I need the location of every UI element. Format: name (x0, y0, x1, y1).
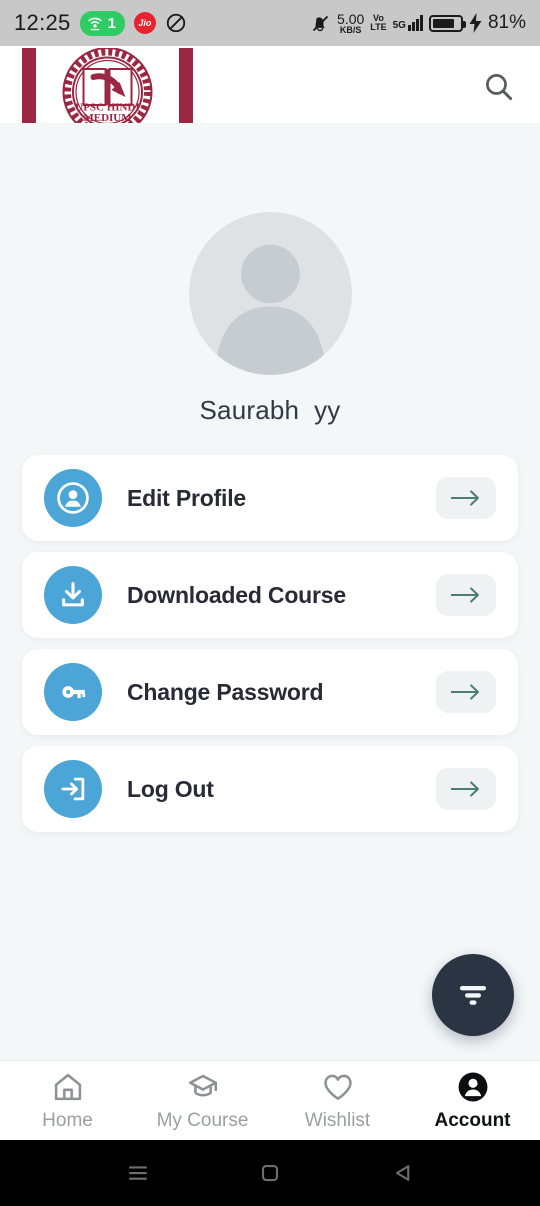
home-square-icon (261, 1164, 279, 1182)
do-not-disturb-icon (166, 13, 186, 33)
network-speed-unit: KB/S (339, 24, 362, 35)
profile-name: Saurabh yy (199, 395, 341, 425)
status-bar-left: 12:25 1 Jio (14, 10, 187, 36)
menu-item-label: Log Out (127, 775, 214, 802)
nav-label: Home (42, 1109, 93, 1131)
nav-label: Account (434, 1109, 511, 1131)
arrow-right-icon (451, 490, 479, 506)
heart-icon (323, 1074, 352, 1100)
signal-bar-1 (407, 25, 411, 31)
android-recents-button[interactable] (72, 1158, 204, 1188)
nav-item-my-course[interactable]: My Course (135, 1070, 270, 1132)
network-type-label: 5G (392, 20, 406, 31)
arrow-right-button[interactable] (436, 671, 496, 713)
user-circle-icon (44, 469, 102, 527)
arrow-right-icon (451, 781, 479, 797)
battery-icon (428, 14, 466, 32)
filter-icon (460, 986, 486, 1005)
arrow-right-button[interactable] (436, 574, 496, 616)
account-page-content: Saurabh yy Edit Profile Downloaded Cours… (0, 123, 540, 1060)
logo-line2: MEDIUM (83, 112, 132, 123)
volte-line2: LTE (370, 22, 387, 32)
charging-bolt-icon (469, 13, 482, 33)
arrow-right-button[interactable] (436, 477, 496, 519)
network-speed-value: 5.00 (337, 10, 365, 27)
back-triangle-icon (395, 1165, 409, 1181)
graduation-cap-icon (188, 1074, 217, 1096)
nav-label: Wishlist (304, 1109, 371, 1131)
signal-bar-4 (419, 15, 423, 31)
nav-label: My Course (156, 1109, 249, 1131)
arrow-right-icon (451, 587, 479, 603)
hotspot-icon (87, 17, 102, 31)
bottom-navigation: Home My Course Wishlist Account (0, 1060, 540, 1140)
nav-item-account[interactable]: Account (405, 1070, 540, 1132)
android-navigation-bar (0, 1140, 540, 1206)
avatar-container (0, 212, 540, 375)
account-menu-list: Edit Profile Downloaded Course Change Pa… (0, 455, 540, 832)
hotspot-count: 1 (107, 14, 116, 32)
status-bar-right: 5.00 KB/S Vo LTE 5G 81% (310, 12, 526, 35)
menu-item-label: Edit Profile (127, 484, 247, 511)
menu-item-label: Downloaded Course (127, 581, 346, 608)
carrier-badge-icon: Jio (133, 12, 156, 34)
arrow-right-icon (451, 684, 479, 700)
menu-item-change-password[interactable]: Change Password (22, 649, 518, 735)
arrow-right-button[interactable] (436, 768, 496, 810)
nav-item-home[interactable]: Home (0, 1070, 135, 1132)
hotspot-indicator: 1 (79, 10, 125, 36)
menu-item-downloaded-course[interactable]: Downloaded Course (22, 552, 518, 638)
avatar[interactable] (188, 212, 352, 375)
upsc-hindi-medium-logo-icon: UPSC HINDI MEDIUM (22, 48, 193, 123)
signal-bar-3 (415, 19, 419, 31)
nav-item-wishlist[interactable]: Wishlist (270, 1070, 405, 1132)
bell-muted-icon (312, 15, 329, 31)
logout-icon (44, 760, 102, 818)
android-back-button[interactable] (336, 1158, 468, 1188)
account-filled-icon (458, 1072, 487, 1101)
app-logo[interactable]: UPSC HINDI MEDIUM (22, 48, 193, 123)
search-icon (486, 74, 513, 101)
recents-icon (129, 1166, 148, 1180)
default-user-avatar-icon (214, 244, 326, 375)
battery-percent: 81% (487, 12, 526, 33)
menu-item-edit-profile[interactable]: Edit Profile (22, 455, 518, 541)
android-home-button[interactable] (204, 1158, 336, 1188)
signal-bar-2 (411, 22, 415, 31)
filter-fab-button[interactable] (432, 954, 514, 1036)
menu-item-log-out[interactable]: Log Out (22, 746, 518, 832)
download-icon (44, 566, 102, 624)
search-button[interactable] (476, 64, 522, 110)
status-bar: 12:25 1 Jio 5.00 KB/S Vo LTE 5G 81% (0, 0, 540, 46)
network-speed: 5.00 KB/S (337, 12, 364, 35)
home-icon (54, 1073, 81, 1100)
signal-strength-icon: 5G (393, 15, 423, 31)
status-clock: 12:25 (14, 10, 71, 35)
phone-screen: 12:25 1 Jio 5.00 KB/S Vo LTE 5G 81% UPSC… (0, 0, 540, 1206)
key-icon (44, 663, 102, 721)
volte-indicator: Vo LTE (370, 14, 386, 32)
menu-item-label: Change Password (127, 678, 324, 705)
